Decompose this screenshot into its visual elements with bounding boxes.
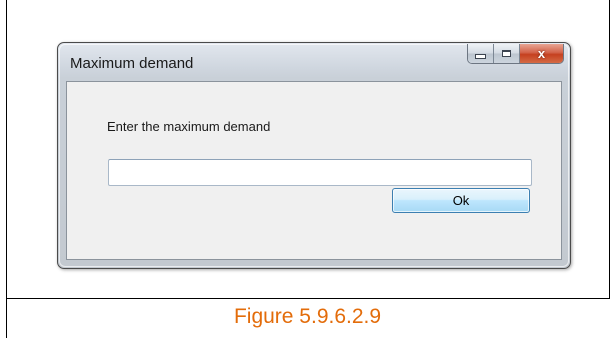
window-title: Maximum demand: [70, 55, 194, 72]
maximum-demand-input[interactable]: [108, 159, 532, 186]
close-icon: x: [537, 46, 546, 61]
caption-buttons: x: [467, 44, 564, 64]
table-border-left: [6, 0, 7, 338]
window-titlebar[interactable]: Maximum demand x: [58, 43, 570, 81]
minimize-icon: [475, 54, 486, 59]
prompt-label: Enter the maximum demand: [107, 119, 271, 134]
figure-caption: Figure 5.9.6.2.9: [233, 305, 382, 328]
table-border-right: [609, 0, 610, 299]
table-border-divider: [6, 298, 610, 299]
minimize-button[interactable]: [468, 44, 494, 63]
dialog-client-area: Enter the maximum demand Ok: [66, 81, 562, 260]
input-dialog-window: Maximum demand x Enter the maximum deman…: [57, 42, 571, 269]
document-page: Maximum demand x Enter the maximum deman…: [0, 0, 615, 338]
close-button[interactable]: x: [520, 44, 563, 63]
maximize-icon: [502, 50, 511, 57]
ok-button[interactable]: Ok: [392, 188, 530, 213]
maximize-button[interactable]: [494, 44, 520, 63]
